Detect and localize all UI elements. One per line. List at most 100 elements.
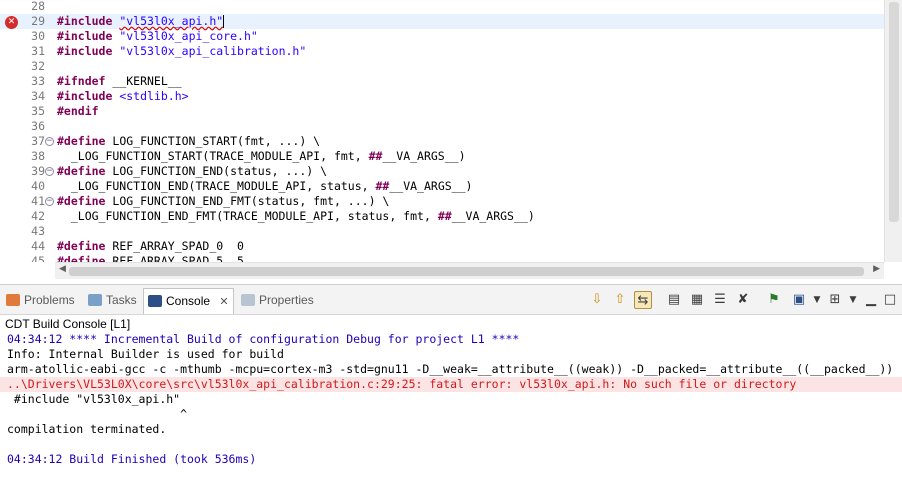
code-line[interactable]: 29 #include "vl53l0x_api.h" [0, 14, 884, 29]
code-line[interactable]: 38 _LOG_FUNCTION_START(TRACE_MODULE_API,… [0, 149, 884, 164]
code-line[interactable]: 31 #include "vl53l0x_api_calibration.h" [0, 44, 884, 59]
open-console-chevron-down-icon[interactable]: ▼ [844, 291, 862, 309]
console-line[interactable]: 04:34:12 **** Incremental Build of confi… [7, 332, 902, 347]
tab-properties[interactable]: Properties [241, 290, 314, 311]
tab-console[interactable]: Console ✕ [143, 288, 234, 314]
code-line[interactable]: 45 #define REF_ARRAY_SPAD_5 5 [0, 254, 884, 262]
editor-horizontal-scroll-thumb[interactable] [69, 267, 864, 276]
text-caret [223, 15, 225, 28]
code-line[interactable]: 40 _LOG_FUNCTION_END(TRACE_MODULE_API, s… [0, 179, 884, 194]
console-line[interactable]: 04:34:12 Build Finished (took 536ms) [7, 452, 902, 467]
code-line[interactable]: 44 #define REF_ARRAY_SPAD_0 0 [0, 239, 884, 254]
line-number: 45 [31, 254, 45, 262]
scroll-lock-icon[interactable]: ⇆ [634, 291, 652, 309]
code-line[interactable]: 39− #define LOG_FUNCTION_END(status, ...)… [0, 164, 884, 179]
line-number: 41 [31, 194, 45, 208]
code-token: #include [57, 44, 113, 58]
console-line[interactable]: #include "vl53l0x_api.h" [7, 392, 902, 407]
console-line[interactable]: compilation terminated. [7, 422, 902, 437]
code-token: #define [57, 194, 106, 208]
close-icon[interactable]: ✕ [219, 296, 228, 308]
display-console-icon[interactable]: ▣ [790, 291, 808, 309]
code-token: #define [57, 239, 106, 253]
code-text-area[interactable]: 28 29 #include "vl53l0x_api.h" 30 #include "… [0, 0, 884, 262]
tab-properties-label: Properties [259, 293, 314, 307]
code-token: <stdlib.h> [119, 89, 189, 103]
code-text: #endif [57, 104, 99, 119]
code-line[interactable]: 30 #include "vl53l0x_api_core.h" [0, 29, 884, 44]
console-line[interactable] [7, 437, 902, 452]
scroll-right-arrow-icon[interactable]: ▶ [873, 264, 880, 274]
console-error-line[interactable]: ..\Drivers\VL53L0X\core\src\vl53l0x_api_… [7, 377, 902, 392]
fold-collapse-icon[interactable]: − [45, 197, 54, 206]
code-token: __KERNEL__ [105, 74, 182, 88]
scroll-down-icon[interactable]: ⇩ [588, 291, 606, 309]
fold-collapse-icon[interactable]: − [45, 167, 54, 176]
scroll-left-arrow-icon[interactable]: ◀ [59, 264, 66, 274]
open-console-icon[interactable]: ⊞ [826, 291, 844, 309]
console-line[interactable]: arm-atollic-eabi-gcc -c -mthumb -mcpu=co… [7, 362, 902, 377]
code-editor[interactable]: 28 29 #include "vl53l0x_api.h" 30 #include "… [0, 0, 902, 280]
editor-vertical-scroll-thumb[interactable] [889, 2, 899, 222]
tab-tasks[interactable]: Tasks [88, 290, 137, 311]
line-number: 39 [31, 164, 45, 178]
line-number: 34 [31, 89, 45, 103]
code-line[interactable]: 34 #include <stdlib.h> [0, 89, 884, 104]
tasks-icon [88, 294, 102, 306]
tab-problems-label: Problems [24, 293, 75, 307]
code-token: _LOG_FUNCTION_END_FMT(TRACE_MODULE_API, … [57, 209, 438, 223]
word-wrap-icon[interactable]: ▤ [665, 291, 683, 309]
console-line[interactable]: ^ [7, 407, 902, 422]
console-line[interactable]: Info: Internal Builder is used for build [7, 347, 902, 362]
code-line[interactable]: 33 #ifndef __KERNEL__ [0, 74, 884, 89]
code-token: #define [57, 134, 106, 148]
show-console-icon[interactable]: ▦ [688, 291, 706, 309]
code-line[interactable]: 28 [0, 0, 884, 14]
code-line[interactable]: 43 [0, 224, 884, 239]
chevron-down-icon[interactable]: ▼ [808, 291, 826, 309]
code-token: _LOG_FUNCTION_END(TRACE_MODULE_API, stat… [57, 179, 376, 193]
line-number: 30 [31, 29, 45, 43]
code-line[interactable]: 35 #endif [0, 104, 884, 119]
maximize-icon[interactable]: □ [881, 291, 899, 309]
code-line[interactable]: 42 _LOG_FUNCTION_END_FMT(TRACE_MODULE_AP… [0, 209, 884, 224]
fold-collapse-icon[interactable]: − [45, 137, 54, 146]
code-line[interactable]: 41− #define LOG_FUNCTION_END_FMT(status, … [0, 194, 884, 209]
code-text: #include <stdlib.h> [57, 89, 189, 104]
editor-horizontal-scrollbar[interactable]: ◀ ▶ [55, 262, 884, 279]
code-token: _LOG_FUNCTION_START(TRACE_MODULE_API, fm… [57, 149, 369, 163]
code-token: __VA_ARGS__) [382, 149, 466, 163]
pin-console-icon[interactable]: ⚑ [765, 291, 783, 309]
clear-console-icon[interactable]: ☰ [711, 291, 729, 309]
properties-icon [241, 294, 255, 306]
error-marker-icon[interactable]: ✕ [5, 16, 18, 29]
code-line[interactable]: 37− #define LOG_FUNCTION_START(fmt, ...) … [0, 134, 884, 149]
code-line[interactable]: 32 [0, 59, 884, 74]
code-token: ## [375, 179, 390, 193]
code-text: #ifndef __KERNEL__ [57, 74, 182, 89]
line-number: 29 [31, 14, 45, 28]
remove-launch-icon[interactable]: ✘ [734, 291, 752, 309]
code-line[interactable]: 36 [0, 119, 884, 134]
console-icon [148, 295, 162, 307]
code-token: "vl53l0x_api.h" [119, 14, 224, 28]
code-token: LOG_FUNCTION_END(status, ...) \ [105, 164, 328, 178]
console-output[interactable]: 04:34:12 **** Incremental Build of confi… [0, 332, 902, 488]
code-token: "vl53l0x_api_core.h" [119, 29, 258, 43]
line-number: 42 [31, 209, 45, 223]
code-token: #endif [57, 104, 99, 118]
minimize-icon[interactable]: ▁ [862, 291, 880, 309]
line-number: 43 [31, 224, 45, 238]
tab-tasks-label: Tasks [106, 293, 137, 307]
line-number: 44 [31, 239, 45, 253]
code-token: REF_ARRAY_SPAD_5 5 [105, 254, 244, 262]
code-token: REF_ARRAY_SPAD_0 0 [105, 239, 244, 253]
scroll-up-icon[interactable]: ⇧ [611, 291, 629, 309]
line-number: 35 [31, 104, 45, 118]
code-text: #define LOG_FUNCTION_START(fmt, ...) \ [57, 134, 320, 149]
code-text: #define LOG_FUNCTION_END_FMT(status, fmt… [57, 194, 389, 209]
editor-vertical-scrollbar[interactable] [884, 0, 902, 262]
line-number: 40 [31, 179, 45, 193]
line-number: 28 [31, 0, 45, 13]
tab-problems[interactable]: Problems [6, 290, 75, 311]
